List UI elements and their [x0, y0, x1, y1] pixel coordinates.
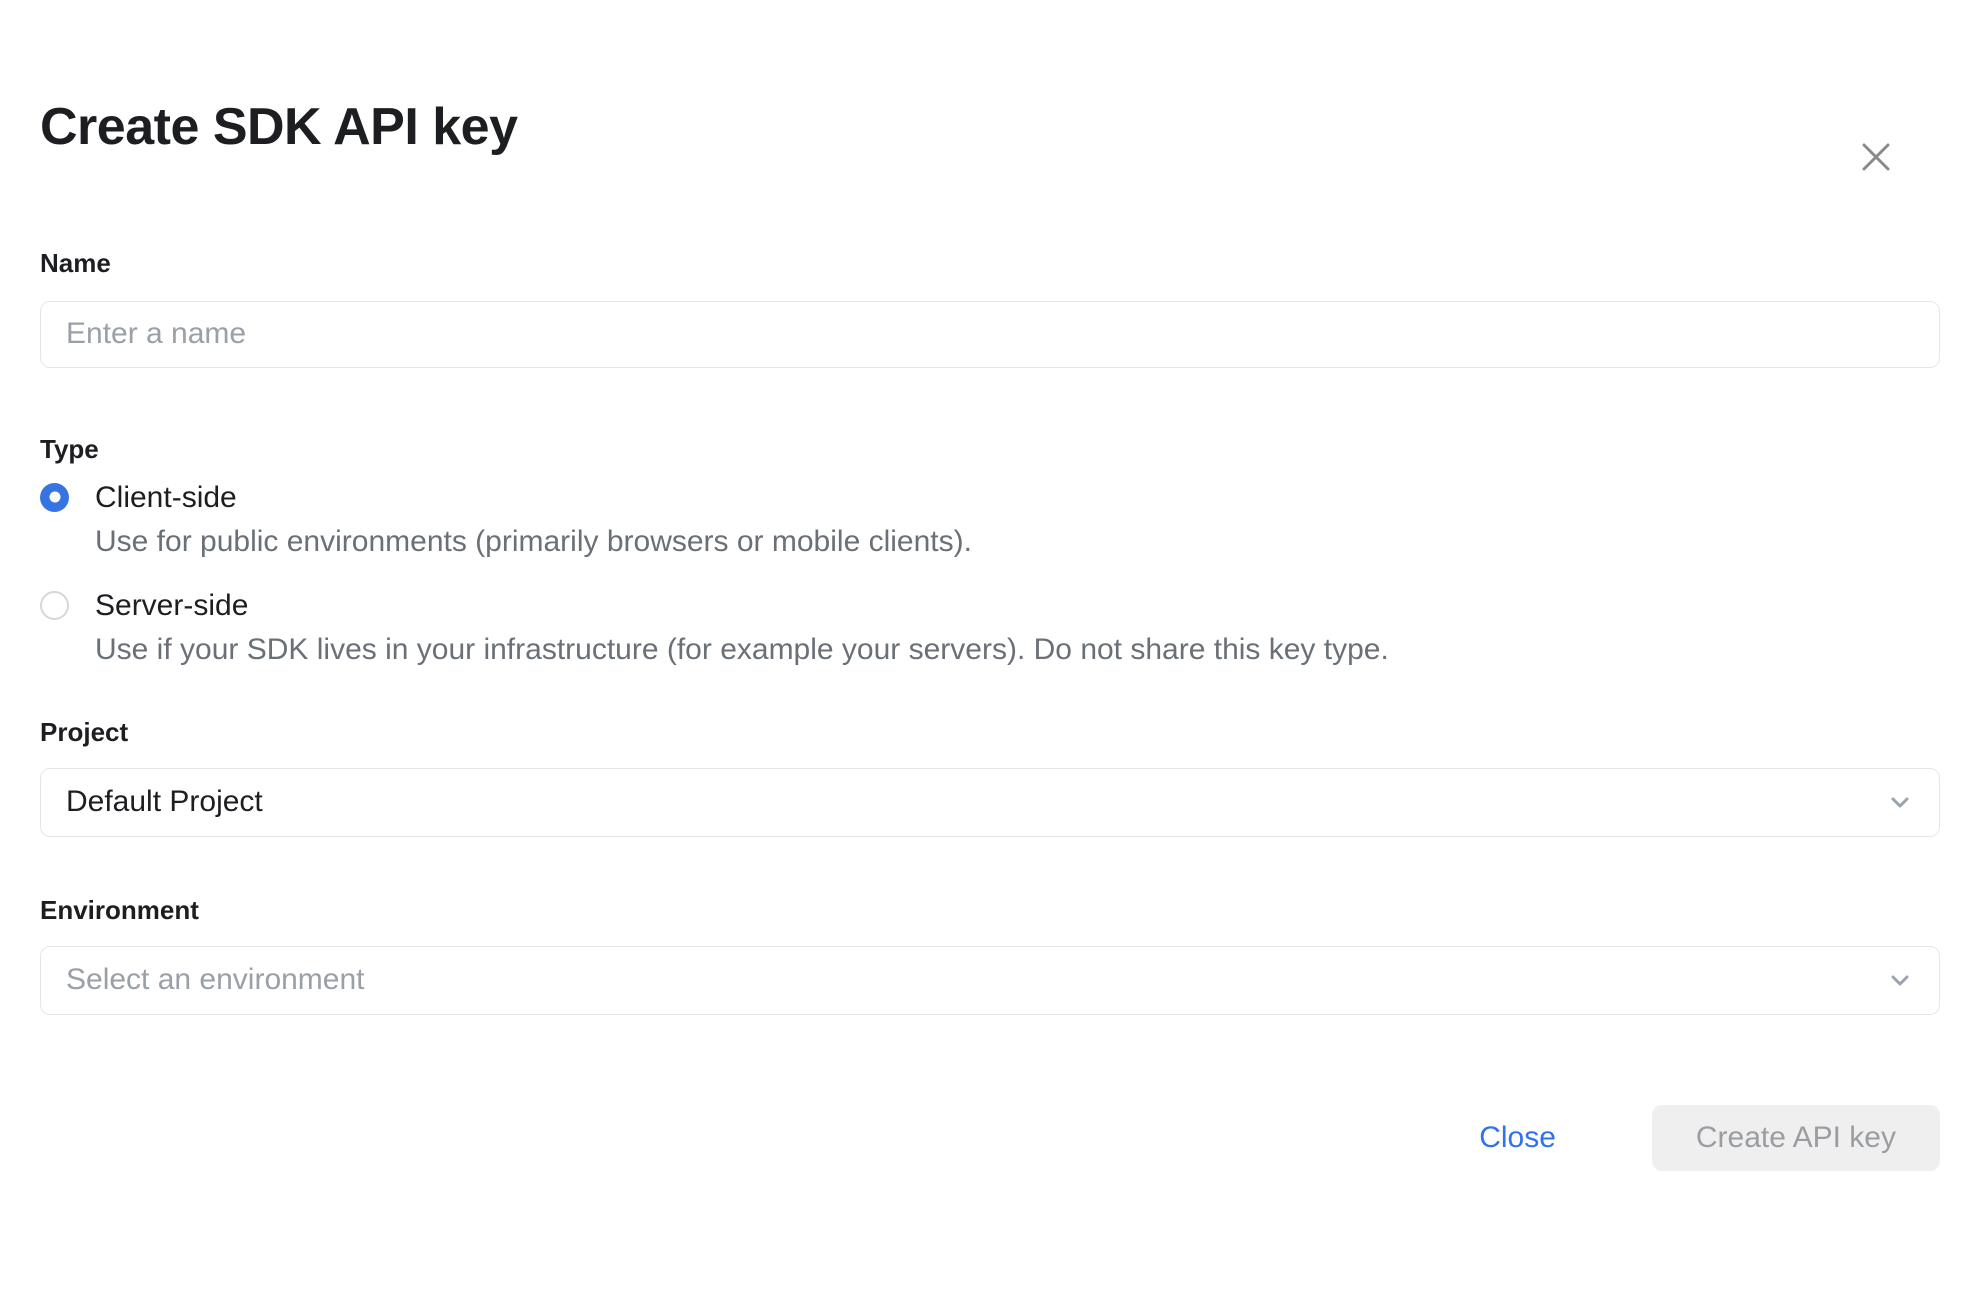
server-side-description: Use if your SDK lives in your infrastruc…: [95, 631, 1940, 669]
chevron-down-icon: [1886, 788, 1914, 816]
client-side-option[interactable]: Client-side Use for public environments …: [40, 479, 1940, 561]
server-side-option[interactable]: Server-side Use if your SDK lives in you…: [40, 587, 1940, 669]
dialog-footer: Close Create API key: [40, 1105, 1940, 1171]
environment-label: Environment: [40, 895, 1940, 926]
create-api-key-button[interactable]: Create API key: [1652, 1105, 1940, 1171]
chevron-down-icon: [1886, 966, 1914, 994]
project-label: Project: [40, 717, 1940, 748]
environment-select-placeholder: Select an environment: [66, 963, 1886, 997]
close-icon-button[interactable]: [1856, 138, 1896, 178]
name-label: Name: [40, 248, 1940, 279]
dialog-title: Create SDK API key: [40, 98, 1940, 158]
client-side-label: Client-side: [95, 479, 1940, 517]
type-label: Type: [40, 434, 1940, 465]
project-field-group: Project Default Project: [40, 717, 1940, 837]
create-sdk-api-key-dialog: Create SDK API key Name Type Client-side…: [0, 98, 1980, 1308]
environment-select[interactable]: Select an environment: [40, 946, 1940, 1015]
name-field-group: Name: [40, 248, 1940, 368]
environment-field-group: Environment Select an environment: [40, 895, 1940, 1015]
type-field-group: Type Client-side Use for public environm…: [40, 434, 1940, 669]
client-side-radio[interactable]: [40, 483, 69, 512]
server-side-radio[interactable]: [40, 591, 69, 620]
project-select[interactable]: Default Project: [40, 768, 1940, 837]
project-select-value: Default Project: [66, 785, 1886, 819]
name-input[interactable]: [40, 301, 1940, 368]
client-side-description: Use for public environments (primarily b…: [95, 523, 1940, 561]
close-icon: [1859, 140, 1893, 177]
close-button[interactable]: Close: [1479, 1121, 1556, 1155]
server-side-label: Server-side: [95, 587, 1940, 625]
